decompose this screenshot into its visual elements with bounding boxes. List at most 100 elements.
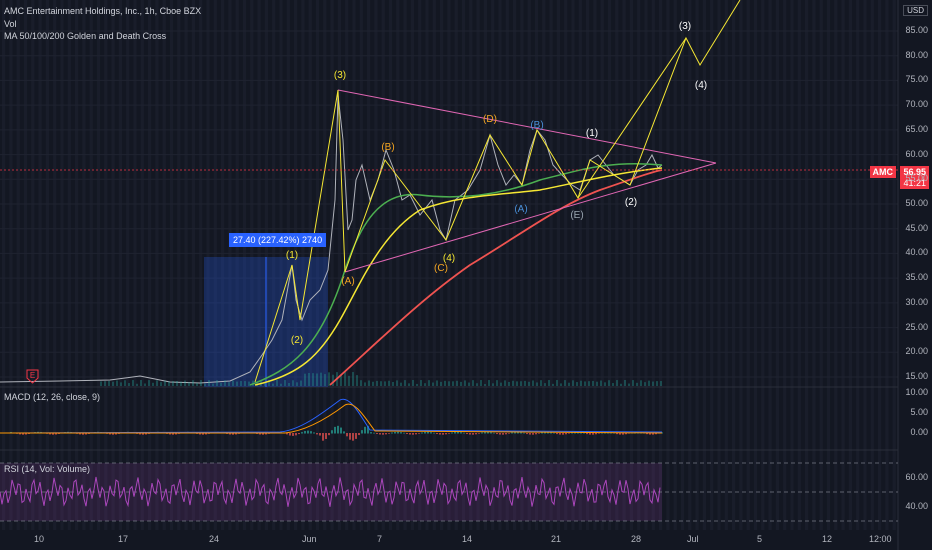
volume-bar: [208, 380, 210, 386]
time-tick-label: 28: [631, 534, 642, 544]
volume-bar: [180, 381, 182, 386]
wave-label: (3): [334, 70, 346, 81]
volume-bar: [168, 381, 170, 386]
volume-bar: [352, 372, 354, 386]
macd-legend[interactable]: MACD (12, 26, close, 9): [4, 392, 100, 403]
macd-hist-bar: [379, 433, 381, 435]
volume-bar: [188, 382, 190, 386]
macd-hist-bar: [304, 430, 306, 434]
volume-bar: [124, 380, 126, 386]
macd-hist-bar: [445, 433, 447, 435]
wave-label: (A): [341, 276, 354, 287]
volume-bar: [600, 380, 602, 386]
macd-hist-bar: [385, 433, 387, 435]
macd-hist-bar: [343, 431, 345, 434]
price-tick-label: 45.00: [905, 222, 928, 233]
macd-hist-bar: [421, 432, 423, 434]
macd-hist-bar: [352, 433, 354, 441]
volume-bar: [520, 381, 522, 386]
ma-legend[interactable]: MA 50/100/200 Golden and Death Cross: [4, 31, 166, 42]
macd-hist-bar: [478, 433, 480, 434]
volume-bar: [500, 382, 502, 386]
chart-canvas[interactable]: (1) (2) (3) (A) (B) (4) (C) (D) (A) (B) (E) (1) (2) (…: [0, 0, 932, 550]
volume-bar: [508, 381, 510, 386]
volume-bar: [276, 380, 278, 386]
macd-hist-bar: [337, 425, 339, 434]
volume-bar: [604, 382, 606, 386]
volume-bar: [432, 382, 434, 386]
time-tick-label: 12: [822, 534, 833, 544]
macd-hist-bar: [346, 433, 348, 437]
rsi-legend[interactable]: RSI (14, Vol: Volume): [4, 464, 90, 475]
macd-hist-bar: [481, 432, 483, 434]
volume-bar: [164, 380, 166, 386]
volume-bar: [488, 380, 490, 386]
volume-bar: [304, 373, 306, 386]
macd-hist-bar: [391, 432, 393, 434]
volume-bar: [548, 380, 550, 386]
volume-bar: [116, 380, 118, 386]
volume-bar: [228, 382, 230, 386]
volume-bar: [244, 381, 246, 386]
symbol-legend[interactable]: AMC Entertainment Holdings, Inc., 1h, Cb…: [4, 6, 201, 17]
macd-hist-bar: [406, 433, 408, 435]
macd-hist-bar: [475, 433, 477, 435]
volume-bar: [476, 383, 478, 386]
volume-bar: [400, 382, 402, 386]
macd-hist-bar: [400, 432, 402, 434]
volume-bar: [556, 380, 558, 386]
volume-bar: [396, 380, 398, 386]
vol-legend[interactable]: Vol: [4, 19, 17, 30]
volume-bar: [388, 380, 390, 386]
volume-bar: [344, 372, 346, 386]
volume-bar: [292, 380, 294, 386]
volume-bar: [512, 380, 514, 386]
volume-bar: [524, 380, 526, 386]
volume-bar: [568, 382, 570, 386]
macd-hist-bar: [499, 433, 501, 435]
volume-bar: [356, 375, 358, 386]
macd-hist-bar: [373, 432, 375, 434]
volume-bar: [284, 380, 286, 386]
macd-hist-bar: [511, 432, 513, 434]
volume-bar: [216, 380, 218, 386]
macd-hist-bar: [589, 433, 591, 435]
macd-hist-bar: [361, 430, 363, 434]
volume-bar: [416, 383, 418, 386]
macd-hist-bar: [340, 427, 342, 434]
volume-bar: [232, 380, 234, 386]
macd-hist-bar: [289, 433, 291, 436]
volume-bar: [272, 383, 274, 386]
wave-label: (B): [381, 142, 394, 153]
macd-hist-bar: [430, 432, 432, 434]
macd-hist-bar: [451, 432, 453, 434]
price-tick-label: 60.00: [905, 148, 928, 159]
volume-bar: [424, 383, 426, 386]
volume-bar: [632, 380, 634, 386]
macd-hist-bar: [298, 433, 300, 435]
rsi-tick-label: 60.00: [905, 472, 928, 482]
macd-hist-bar: [472, 433, 474, 435]
macd-hist-bar: [496, 433, 498, 435]
volume-bar: [584, 381, 586, 386]
volume-bar: [128, 383, 130, 386]
macd-hist-bar: [454, 431, 456, 434]
macd-hist-bar: [427, 431, 429, 434]
volume-bar: [136, 383, 138, 386]
wave-label: (A): [514, 204, 527, 215]
macd-hist-bar: [556, 433, 558, 435]
time-tick-label: 21: [551, 534, 562, 544]
volume-bar: [492, 383, 494, 386]
volume-bar: [156, 380, 158, 386]
volume-bar: [444, 380, 446, 386]
macd-hist-bar: [565, 433, 567, 435]
volume-bar: [380, 381, 382, 386]
currency-button[interactable]: USD: [903, 5, 928, 16]
volume-bar: [288, 382, 290, 386]
macd-hist-bar: [370, 432, 372, 434]
rsi-tick-label: 40.00: [905, 501, 928, 511]
price-tick-label: 20.00: [905, 346, 928, 357]
volume-bar: [652, 381, 654, 386]
wave-label: (2): [625, 197, 637, 208]
volume-bar: [580, 380, 582, 386]
